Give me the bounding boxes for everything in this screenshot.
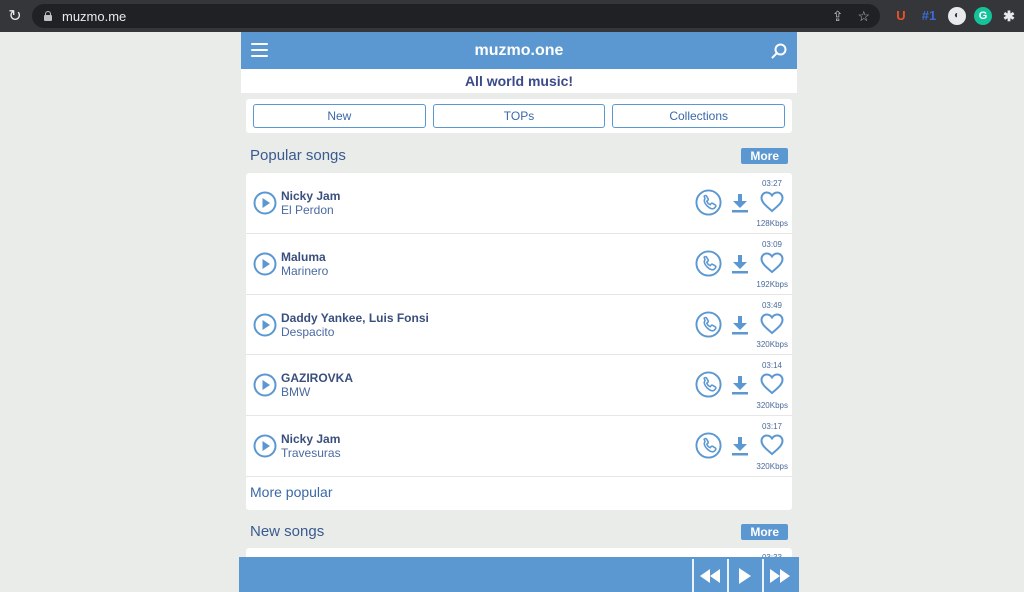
song-artist[interactable]: GAZIROVKA xyxy=(281,371,353,385)
site-header: muzmo.one xyxy=(241,32,797,69)
play-circle-icon[interactable] xyxy=(253,313,277,337)
ringtone-phone-icon[interactable] xyxy=(695,311,722,338)
favorite-heart-icon[interactable] xyxy=(760,191,784,213)
song-bitrate: 128Kbps xyxy=(756,218,788,228)
extensions-puzzle-icon[interactable]: ✱ xyxy=(1000,7,1018,25)
extension-circle-icon[interactable]: ◐ xyxy=(948,7,966,25)
share-icon[interactable]: ⇪ xyxy=(832,8,844,25)
play-circle-icon[interactable] xyxy=(253,191,277,215)
ringtone-phone-icon[interactable] xyxy=(695,371,722,398)
song-artist[interactable]: Nicky Jam xyxy=(281,189,340,203)
grammarly-icon[interactable]: G xyxy=(974,7,992,25)
song-duration: 03:17 xyxy=(761,422,782,432)
download-icon[interactable] xyxy=(731,254,749,274)
song-duration: 03:14 xyxy=(761,361,782,371)
popular-song-list: Nicky Jam El Perdon 03:27 128Kbps Maluma Mari… xyxy=(246,173,792,510)
song-bitrate: 320Kbps xyxy=(756,461,788,471)
play-circle-icon[interactable] xyxy=(253,252,277,276)
download-icon[interactable] xyxy=(731,436,749,456)
favorite-heart-icon[interactable] xyxy=(760,252,784,274)
download-icon[interactable] xyxy=(731,375,749,395)
song-artist[interactable]: Maluma xyxy=(281,250,326,264)
site-tagline: All world music! xyxy=(241,69,797,93)
section-title: Popular songs xyxy=(250,147,346,164)
song-duration: 03:09 xyxy=(761,239,782,249)
song-title[interactable]: Marinero xyxy=(281,264,328,278)
previous-button[interactable] xyxy=(692,559,725,592)
ringtone-phone-icon[interactable] xyxy=(695,432,722,459)
song-row[interactable]: Nicky Jam Travesuras 03:17 320Kbps xyxy=(246,416,792,477)
favorite-heart-icon[interactable] xyxy=(760,434,784,456)
extension-u-icon[interactable]: U xyxy=(892,7,910,25)
rewind-icon xyxy=(699,568,720,583)
download-icon[interactable] xyxy=(731,193,749,213)
extension-number-one-icon[interactable]: #1 xyxy=(918,7,940,25)
favorite-heart-icon[interactable] xyxy=(760,373,784,395)
play-circle-icon[interactable] xyxy=(253,434,277,458)
fast-forward-icon xyxy=(769,568,790,583)
song-duration: 03:27 xyxy=(761,179,782,188)
audio-player-bar xyxy=(239,557,799,592)
lock-icon xyxy=(44,11,52,21)
ringtone-phone-icon[interactable] xyxy=(695,250,722,277)
play-icon xyxy=(738,567,751,584)
tab-tops[interactable]: TOPs xyxy=(432,104,606,128)
popular-songs-header: Popular songs More xyxy=(250,146,788,166)
song-title[interactable]: Travesuras xyxy=(281,446,341,460)
new-songs-header: New songs More xyxy=(250,522,788,542)
search-icon[interactable] xyxy=(771,43,787,59)
tab-new[interactable]: New xyxy=(253,104,426,128)
bookmark-star-icon[interactable]: ☆ xyxy=(857,8,870,25)
address-bar[interactable]: muzmo.me ⇪ ☆ xyxy=(32,4,880,28)
song-row[interactable]: Maluma Marinero 03:09 192Kbps xyxy=(246,234,792,295)
song-title[interactable]: El Perdon xyxy=(281,203,334,217)
site-logo[interactable]: muzmo.one xyxy=(241,42,797,60)
download-icon[interactable] xyxy=(731,315,749,335)
song-row[interactable]: Daddy Yankee, Luis Fonsi Despacito 03:49 32… xyxy=(246,295,792,356)
site-container: muzmo.one All world music! New TOPs Coll… xyxy=(241,32,797,568)
more-popular-link[interactable]: More popular xyxy=(246,477,792,510)
play-button[interactable] xyxy=(727,559,760,592)
popular-more-button[interactable]: More xyxy=(741,148,788,164)
reload-icon[interactable]: ↻ xyxy=(0,6,30,26)
section-title: New songs xyxy=(250,523,325,540)
song-artist[interactable]: Daddy Yankee, Luis Fonsi xyxy=(281,311,429,325)
song-row[interactable]: Nicky Jam El Perdon 03:27 128Kbps xyxy=(246,173,792,234)
song-duration: 03:49 xyxy=(761,300,782,310)
song-bitrate: 192Kbps xyxy=(756,279,788,289)
ringtone-phone-icon[interactable] xyxy=(695,189,722,216)
next-button[interactable] xyxy=(762,559,795,592)
tab-collections[interactable]: Collections xyxy=(612,104,786,128)
play-circle-icon[interactable] xyxy=(253,373,277,397)
song-bitrate: 320Kbps xyxy=(756,340,788,350)
song-title[interactable]: Despacito xyxy=(281,325,334,339)
song-artist[interactable]: Nicky Jam xyxy=(281,432,340,446)
url-text: muzmo.me xyxy=(62,8,127,24)
song-bitrate: 320Kbps xyxy=(756,401,788,411)
new-songs-more-button[interactable]: More xyxy=(741,524,788,540)
category-tabs: New TOPs Collections xyxy=(246,99,792,133)
song-row[interactable]: GAZIROVKA BMW 03:14 320Kbps xyxy=(246,355,792,417)
favorite-heart-icon[interactable] xyxy=(760,313,784,335)
song-title[interactable]: BMW xyxy=(281,385,310,399)
